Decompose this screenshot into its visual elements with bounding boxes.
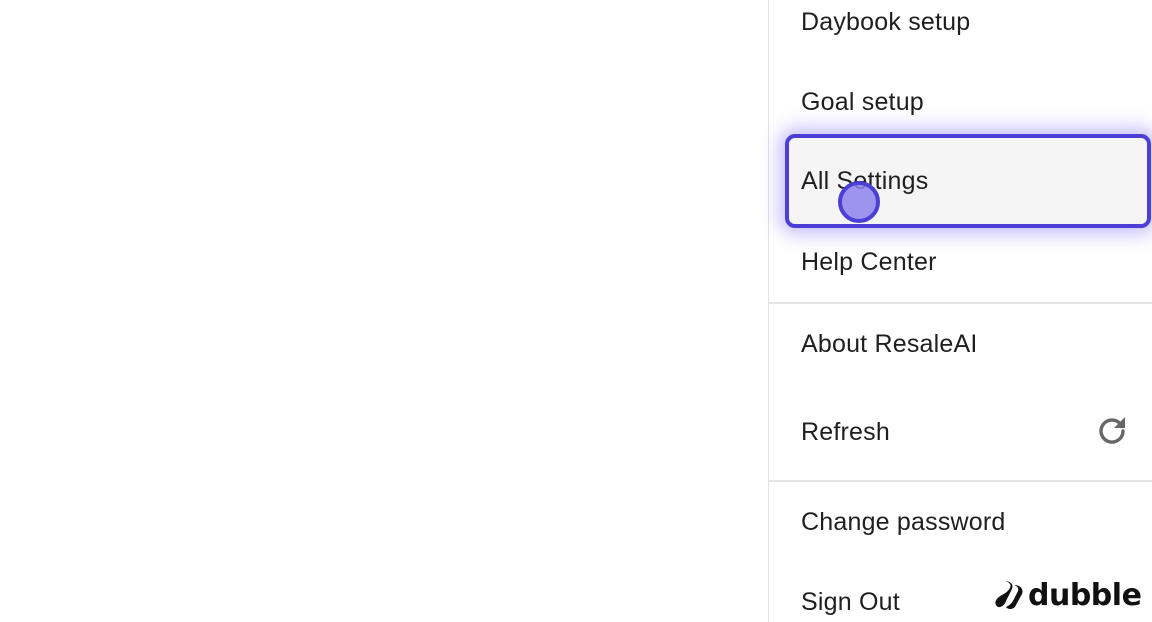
menu-item-all-settings[interactable]: All Settings xyxy=(785,134,1151,228)
menu-item-help-center[interactable]: Help Center xyxy=(785,222,1152,302)
menu-item-label: Goal setup xyxy=(801,87,924,116)
menu-item-label: Change password xyxy=(801,507,1006,536)
menu-item-label: Sign Out xyxy=(801,587,900,616)
account-menu-panel: Daybook setup Goal setup All Settings He… xyxy=(768,0,1152,622)
refresh-icon[interactable] xyxy=(1094,413,1130,449)
menu-item-label: Daybook setup xyxy=(801,7,971,36)
menu-item-label: Help Center xyxy=(801,247,937,276)
cursor-indicator xyxy=(838,181,880,223)
menu-item-daybook-setup[interactable]: Daybook setup xyxy=(785,0,1152,62)
page: Daybook setup Goal setup All Settings He… xyxy=(0,0,1152,622)
dubble-logo-icon xyxy=(995,581,1023,610)
menu-item-change-password[interactable]: Change password xyxy=(785,482,1152,562)
menu-item-goal-setup[interactable]: Goal setup xyxy=(785,62,1152,142)
dubble-watermark: dubble xyxy=(994,576,1142,614)
menu-item-about[interactable]: About ResaleAI xyxy=(785,304,1152,384)
brand-name: dubble xyxy=(1028,577,1142,613)
menu-item-label: About ResaleAI xyxy=(801,329,978,358)
menu-item-label: Refresh xyxy=(801,417,890,446)
